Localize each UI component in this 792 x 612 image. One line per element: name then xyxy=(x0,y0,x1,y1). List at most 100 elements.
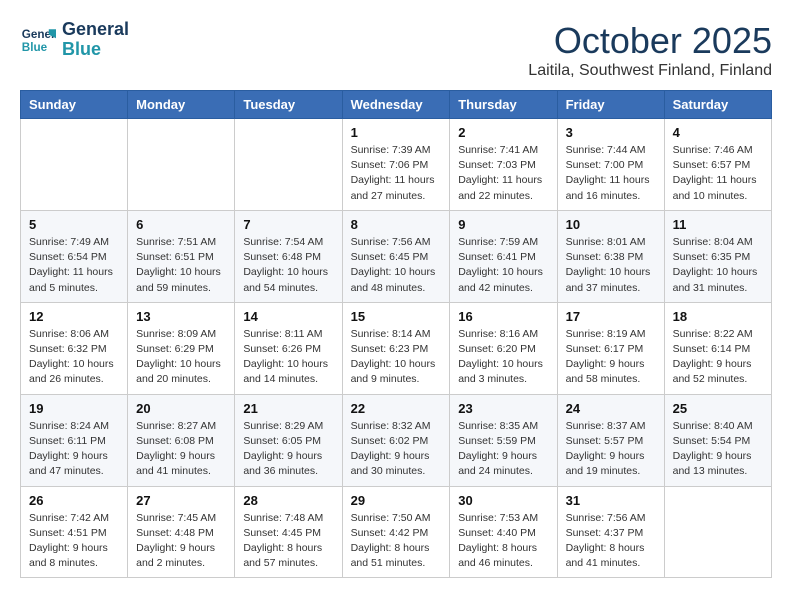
day-number: 15 xyxy=(351,309,442,324)
day-cell: 16Sunrise: 8:16 AM Sunset: 6:20 PM Dayli… xyxy=(450,302,557,394)
location: Laitila, Southwest Finland, Finland xyxy=(528,62,772,80)
week-row-2: 5 Sunrise: 7:49 AM Sunset: 6:54 PM Daylig… xyxy=(21,210,772,302)
day-info: Sunrise: 7:46 AM Sunset: 6:57 PM Dayligh… xyxy=(673,143,763,204)
day-info: Sunrise: 7:42 AM Sunset: 4:51 PM Dayligh… xyxy=(29,511,119,572)
header-tuesday: Tuesday xyxy=(235,91,342,119)
day-cell: 15 Sunrise: 8:14 AM Sunset: 6:23 PM Dayli… xyxy=(342,302,450,394)
day-number: 2 xyxy=(458,125,548,140)
day-info: Sunrise: 7:50 AM Sunset: 4:42 PM Dayligh… xyxy=(351,511,442,572)
day-cell: 24 Sunrise: 8:37 AM Sunset: 5:57 PM Dayli… xyxy=(557,394,664,486)
day-cell: 27 Sunrise: 7:45 AM Sunset: 4:48 PM Dayli… xyxy=(128,486,235,578)
logo-text-general: General xyxy=(62,20,129,40)
day-cell: 4 Sunrise: 7:46 AM Sunset: 6:57 PM Daylig… xyxy=(664,119,771,211)
day-cell: 2 Sunrise: 7:41 AM Sunset: 7:03 PM Daylig… xyxy=(450,119,557,211)
day-cell xyxy=(128,119,235,211)
week-row-5: 26 Sunrise: 7:42 AM Sunset: 4:51 PM Dayli… xyxy=(21,486,772,578)
day-cell: 22Sunrise: 8:32 AM Sunset: 6:02 PM Dayli… xyxy=(342,394,450,486)
day-cell: 25Sunrise: 8:40 AM Sunset: 5:54 PM Dayli… xyxy=(664,394,771,486)
day-cell: 5 Sunrise: 7:49 AM Sunset: 6:54 PM Daylig… xyxy=(21,210,128,302)
day-info: Sunrise: 7:54 AM Sunset: 6:48 PM Dayligh… xyxy=(243,235,333,296)
day-info: Sunrise: 7:53 AM Sunset: 4:40 PM Dayligh… xyxy=(458,511,548,572)
day-info: Sunrise: 8:11 AM Sunset: 6:26 PM Dayligh… xyxy=(243,327,333,388)
day-cell: 23 Sunrise: 8:35 AM Sunset: 5:59 PM Dayli… xyxy=(450,394,557,486)
day-number: 24 xyxy=(566,401,656,416)
day-number: 29 xyxy=(351,493,442,508)
day-number: 27 xyxy=(136,493,226,508)
day-info: Sunrise: 7:56 AM Sunset: 4:37 PM Dayligh… xyxy=(566,511,656,572)
day-info: Sunrise: 8:01 AM Sunset: 6:38 PM Dayligh… xyxy=(566,235,656,296)
title-block: October 2025 Laitila, Southwest Finland,… xyxy=(528,20,772,80)
day-info: Sunrise: 8:37 AM Sunset: 5:57 PM Dayligh… xyxy=(566,419,656,480)
page-header: General Blue General Blue October 2025 L… xyxy=(20,20,772,80)
day-cell: 29 Sunrise: 7:50 AM Sunset: 4:42 PM Dayli… xyxy=(342,486,450,578)
day-info: Sunrise: 7:49 AM Sunset: 6:54 PM Dayligh… xyxy=(29,235,119,296)
day-info: Sunrise: 7:41 AM Sunset: 7:03 PM Dayligh… xyxy=(458,143,548,204)
day-info: Sunrise: 8:14 AM Sunset: 6:23 PM Dayligh… xyxy=(351,327,442,388)
day-info: Sunrise: 8:29 AM Sunset: 6:05 PM Dayligh… xyxy=(243,419,333,480)
day-info: Sunrise: 7:44 AM Sunset: 7:00 PM Dayligh… xyxy=(566,143,656,204)
day-cell: 18 Sunrise: 8:22 AM Sunset: 6:14 PM Dayli… xyxy=(664,302,771,394)
day-cell: 7 Sunrise: 7:54 AM Sunset: 6:48 PM Daylig… xyxy=(235,210,342,302)
header-wednesday: Wednesday xyxy=(342,91,450,119)
day-info: Sunrise: 8:06 AM Sunset: 6:32 PM Dayligh… xyxy=(29,327,119,388)
logo: General Blue General Blue xyxy=(20,20,129,60)
day-number: 28 xyxy=(243,493,333,508)
day-number: 17 xyxy=(566,309,656,324)
day-info: Sunrise: 7:39 AM Sunset: 7:06 PM Dayligh… xyxy=(351,143,442,204)
day-number: 26 xyxy=(29,493,119,508)
day-info: Sunrise: 8:19 AM Sunset: 6:17 PM Dayligh… xyxy=(566,327,656,388)
day-number: 6 xyxy=(136,217,226,232)
day-cell: 6 Sunrise: 7:51 AM Sunset: 6:51 PM Daylig… xyxy=(128,210,235,302)
day-info: Sunrise: 7:45 AM Sunset: 4:48 PM Dayligh… xyxy=(136,511,226,572)
day-info: Sunrise: 8:35 AM Sunset: 5:59 PM Dayligh… xyxy=(458,419,548,480)
day-number: 5 xyxy=(29,217,119,232)
day-cell: 28 Sunrise: 7:48 AM Sunset: 4:45 PM Dayli… xyxy=(235,486,342,578)
day-number: 20 xyxy=(136,401,226,416)
day-cell: 10 Sunrise: 8:01 AM Sunset: 6:38 PM Dayli… xyxy=(557,210,664,302)
day-cell: 3Sunrise: 7:44 AM Sunset: 7:00 PM Daylig… xyxy=(557,119,664,211)
day-cell: 17 Sunrise: 8:19 AM Sunset: 6:17 PM Dayli… xyxy=(557,302,664,394)
day-number: 4 xyxy=(673,125,763,140)
day-info: Sunrise: 8:09 AM Sunset: 6:29 PM Dayligh… xyxy=(136,327,226,388)
day-info: Sunrise: 8:22 AM Sunset: 6:14 PM Dayligh… xyxy=(673,327,763,388)
day-number: 11 xyxy=(673,217,763,232)
day-cell: 14 Sunrise: 8:11 AM Sunset: 6:26 PM Dayli… xyxy=(235,302,342,394)
day-number: 21 xyxy=(243,401,333,416)
day-number: 18 xyxy=(673,309,763,324)
day-number: 8 xyxy=(351,217,442,232)
day-number: 22 xyxy=(351,401,442,416)
logo-icon: General Blue xyxy=(20,22,56,58)
day-cell: 11 Sunrise: 8:04 AM Sunset: 6:35 PM Dayli… xyxy=(664,210,771,302)
day-info: Sunrise: 7:56 AM Sunset: 6:45 PM Dayligh… xyxy=(351,235,442,296)
day-cell: 31Sunrise: 7:56 AM Sunset: 4:37 PM Dayli… xyxy=(557,486,664,578)
day-info: Sunrise: 7:51 AM Sunset: 6:51 PM Dayligh… xyxy=(136,235,226,296)
day-number: 7 xyxy=(243,217,333,232)
day-cell: 8 Sunrise: 7:56 AM Sunset: 6:45 PM Daylig… xyxy=(342,210,450,302)
svg-text:Blue: Blue xyxy=(22,41,48,54)
day-number: 13 xyxy=(136,309,226,324)
day-cell: 20Sunrise: 8:27 AM Sunset: 6:08 PM Dayli… xyxy=(128,394,235,486)
day-number: 30 xyxy=(458,493,548,508)
day-number: 23 xyxy=(458,401,548,416)
day-number: 10 xyxy=(566,217,656,232)
day-cell: 26 Sunrise: 7:42 AM Sunset: 4:51 PM Dayli… xyxy=(21,486,128,578)
day-cell: 21 Sunrise: 8:29 AM Sunset: 6:05 PM Dayli… xyxy=(235,394,342,486)
day-number: 14 xyxy=(243,309,333,324)
week-row-3: 12Sunrise: 8:06 AM Sunset: 6:32 PM Dayli… xyxy=(21,302,772,394)
day-info: Sunrise: 8:24 AM Sunset: 6:11 PM Dayligh… xyxy=(29,419,119,480)
day-cell xyxy=(235,119,342,211)
logo-text-blue: Blue xyxy=(62,40,129,60)
header-monday: Monday xyxy=(128,91,235,119)
day-info: Sunrise: 7:59 AM Sunset: 6:41 PM Dayligh… xyxy=(458,235,548,296)
day-cell: 19Sunrise: 8:24 AM Sunset: 6:11 PM Dayli… xyxy=(21,394,128,486)
calendar-header-row: SundayMondayTuesdayWednesdayThursdayFrid… xyxy=(21,91,772,119)
day-cell: 13 Sunrise: 8:09 AM Sunset: 6:29 PM Dayli… xyxy=(128,302,235,394)
day-cell xyxy=(664,486,771,578)
header-thursday: Thursday xyxy=(450,91,557,119)
day-info: Sunrise: 8:04 AM Sunset: 6:35 PM Dayligh… xyxy=(673,235,763,296)
header-friday: Friday xyxy=(557,91,664,119)
month-title: October 2025 xyxy=(528,20,772,62)
day-cell xyxy=(21,119,128,211)
day-info: Sunrise: 7:48 AM Sunset: 4:45 PM Dayligh… xyxy=(243,511,333,572)
day-cell: 9Sunrise: 7:59 AM Sunset: 6:41 PM Daylig… xyxy=(450,210,557,302)
